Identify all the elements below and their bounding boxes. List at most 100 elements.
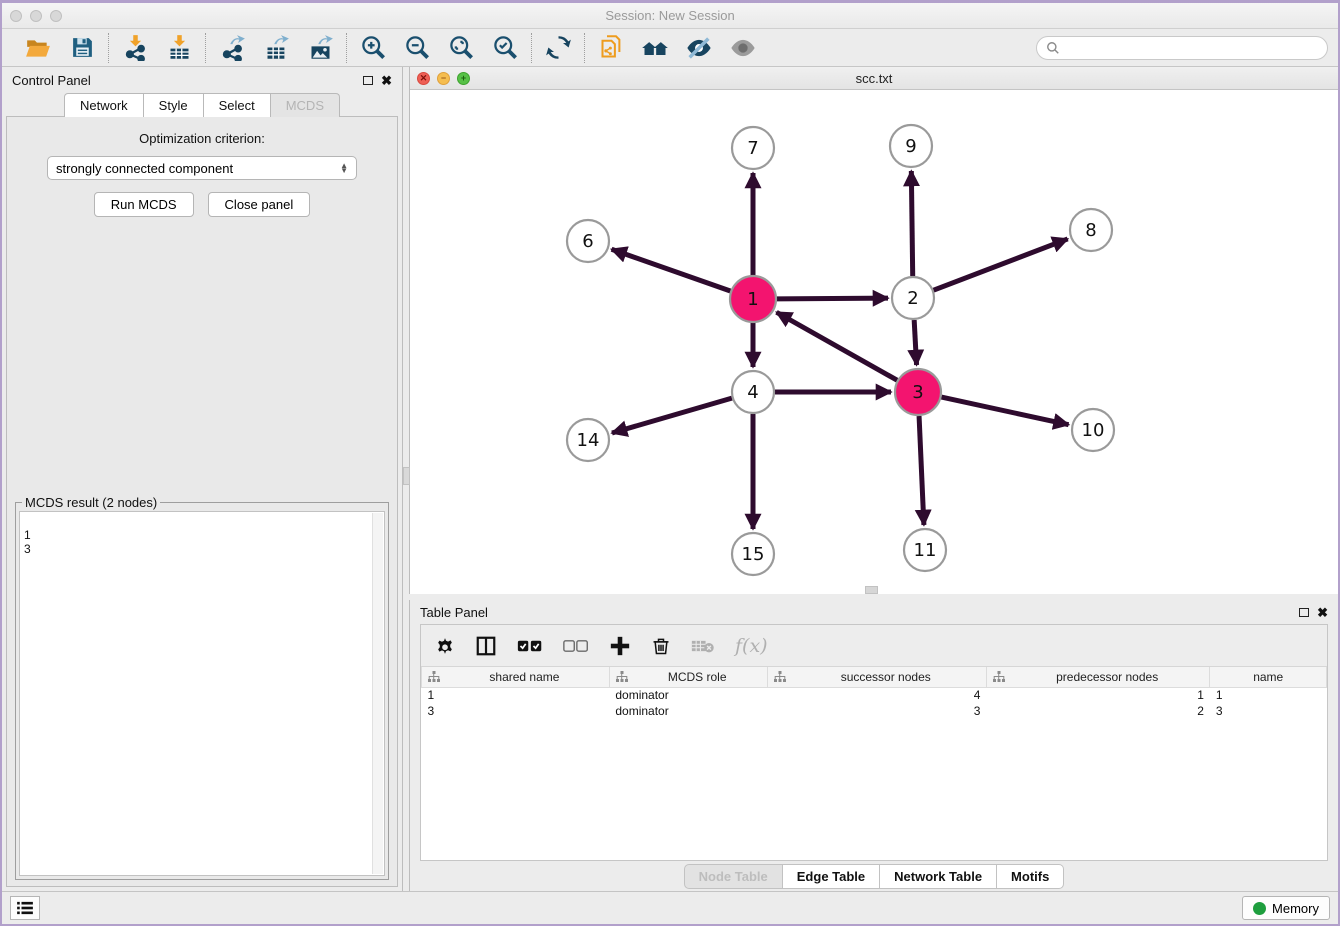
- hide-selected-icon[interactable]: [685, 34, 713, 62]
- column-header-name[interactable]: name: [1210, 667, 1327, 687]
- add-column-icon[interactable]: [609, 635, 631, 657]
- graph-edge-3-10[interactable]: [941, 397, 1068, 425]
- graph-edge-3-11[interactable]: [919, 416, 924, 525]
- graph-edge-2-9[interactable]: [911, 171, 912, 276]
- graph-node-8[interactable]: 8: [1070, 209, 1112, 251]
- graph-node-2[interactable]: 2: [892, 277, 934, 319]
- graph-edge-2-8[interactable]: [934, 239, 1068, 290]
- split-columns-icon[interactable]: [475, 635, 497, 657]
- tab-style[interactable]: Style: [144, 93, 204, 117]
- table-settings-icon[interactable]: [435, 636, 455, 656]
- tab-select[interactable]: Select: [204, 93, 271, 117]
- deselect-checkboxes-icon[interactable]: [563, 638, 589, 654]
- close-table-panel-icon[interactable]: ✖: [1317, 606, 1328, 619]
- tab-network[interactable]: Network: [64, 93, 144, 117]
- network-canvas[interactable]: 7 9 6 8 1 2 4 3 14 10 15 11: [410, 90, 1338, 594]
- select-all-checkboxes-icon[interactable]: [517, 638, 543, 654]
- status-bar: Memory: [2, 891, 1338, 924]
- zoom-fit-icon[interactable]: [447, 34, 475, 62]
- first-neighbors-icon[interactable]: [641, 34, 669, 62]
- table-cell[interactable]: 1: [1210, 687, 1327, 703]
- graph-edge-1-2[interactable]: [777, 298, 888, 299]
- tab-node-table[interactable]: Node Table: [684, 864, 783, 889]
- svg-text:9: 9: [905, 136, 916, 157]
- export-network-icon[interactable]: [218, 34, 246, 62]
- column-header-shared-name[interactable]: shared name: [422, 667, 610, 687]
- zoom-out-icon[interactable]: [403, 34, 431, 62]
- application-window: Session: New Session: [0, 0, 1340, 926]
- svg-text:8: 8: [1085, 220, 1096, 241]
- memory-button[interactable]: Memory: [1242, 896, 1330, 920]
- delete-column-icon[interactable]: [651, 635, 671, 657]
- graph-node-14[interactable]: 14: [567, 419, 609, 461]
- refresh-layout-icon[interactable]: [544, 34, 572, 62]
- table-cell[interactable]: dominator: [609, 687, 767, 703]
- tab-motifs[interactable]: Motifs: [997, 864, 1064, 889]
- close-panel-icon[interactable]: ✖: [381, 74, 392, 87]
- import-network-icon[interactable]: [121, 34, 149, 62]
- duplicate-network-icon[interactable]: [597, 34, 625, 62]
- export-image-icon[interactable]: [306, 34, 334, 62]
- float-table-panel-icon[interactable]: [1299, 608, 1309, 617]
- table-panel-title: Table Panel: [420, 605, 488, 620]
- export-table-icon[interactable]: [262, 34, 290, 62]
- import-table-icon[interactable]: [165, 34, 193, 62]
- zoom-in-icon[interactable]: [359, 34, 387, 62]
- table-row[interactable]: 1dominator411: [422, 687, 1327, 703]
- graph-node-15[interactable]: 15: [732, 533, 774, 575]
- graph-node-6[interactable]: 6: [567, 220, 609, 262]
- result-scrollbar[interactable]: [372, 513, 383, 874]
- column-label: successor nodes: [792, 670, 980, 684]
- canvas-splitter-handle[interactable]: [865, 586, 878, 594]
- tab-edge-table[interactable]: Edge Table: [783, 864, 880, 889]
- graph-node-7[interactable]: 7: [732, 127, 774, 169]
- tab-mcds[interactable]: MCDS: [271, 93, 340, 117]
- graph-node-11[interactable]: 11: [904, 529, 946, 571]
- open-session-icon[interactable]: [24, 34, 52, 62]
- list-icon: [17, 901, 33, 915]
- graph-node-1[interactable]: 1: [730, 276, 776, 322]
- table-row[interactable]: 3dominator323: [422, 703, 1327, 719]
- graph-edge-3-1[interactable]: [777, 312, 898, 380]
- table-cell[interactable]: 3: [767, 703, 986, 719]
- network-window-titlebar[interactable]: ✕ − + scc.txt: [410, 67, 1338, 90]
- table-cell[interactable]: 3: [422, 703, 610, 719]
- graph-edge-4-14[interactable]: [612, 398, 732, 433]
- table-cell[interactable]: 3: [1210, 703, 1327, 719]
- table-cell[interactable]: 1: [986, 687, 1210, 703]
- memory-status-dot: [1253, 902, 1266, 915]
- mcds-result-textarea[interactable]: 1 3: [19, 511, 385, 876]
- table-panel: Table Panel ✖: [409, 600, 1338, 891]
- network-canvas-svg[interactable]: 7 9 6 8 1 2 4 3 14 10 15 11: [410, 90, 1340, 593]
- graph-edge-2-3[interactable]: [914, 320, 916, 365]
- column-header-successor-nodes[interactable]: successor nodes: [767, 667, 986, 687]
- float-panel-icon[interactable]: [363, 76, 373, 85]
- graph-edge-1-6[interactable]: [612, 249, 731, 291]
- search-field[interactable]: [1036, 36, 1328, 60]
- run-mcds-button[interactable]: Run MCDS: [94, 192, 194, 217]
- graph-node-10[interactable]: 10: [1072, 409, 1114, 451]
- close-panel-button[interactable]: Close panel: [208, 192, 311, 217]
- table-cell[interactable]: 4: [767, 687, 986, 703]
- search-input[interactable]: [1065, 41, 1318, 55]
- graph-node-3[interactable]: 3: [895, 369, 941, 415]
- table-cell[interactable]: 1: [422, 687, 610, 703]
- column-header-MCDS-role[interactable]: MCDS role: [609, 667, 767, 687]
- criterion-dropdown[interactable]: strongly connected component ▲▼: [47, 156, 357, 180]
- save-session-icon[interactable]: [68, 34, 96, 62]
- table-tabs: Node TableEdge TableNetwork TableMotifs: [410, 861, 1338, 891]
- table-cell[interactable]: 2: [986, 703, 1210, 719]
- optimization-criterion-label: Optimization criterion:: [7, 131, 397, 146]
- column-header-predecessor-nodes[interactable]: predecessor nodes: [986, 667, 1210, 687]
- table-toolbar: f(x): [421, 625, 1327, 667]
- table-cell[interactable]: dominator: [609, 703, 767, 719]
- show-all-icon[interactable]: [729, 34, 757, 62]
- vertical-splitter[interactable]: [402, 67, 409, 891]
- graph-node-9[interactable]: 9: [890, 125, 932, 167]
- hierarchy-icon: [774, 671, 786, 683]
- zoom-selected-icon[interactable]: [491, 34, 519, 62]
- splitter-handle[interactable]: [403, 467, 410, 485]
- graph-node-4[interactable]: 4: [732, 371, 774, 413]
- task-history-button[interactable]: [10, 896, 40, 920]
- tab-network-table[interactable]: Network Table: [880, 864, 997, 889]
